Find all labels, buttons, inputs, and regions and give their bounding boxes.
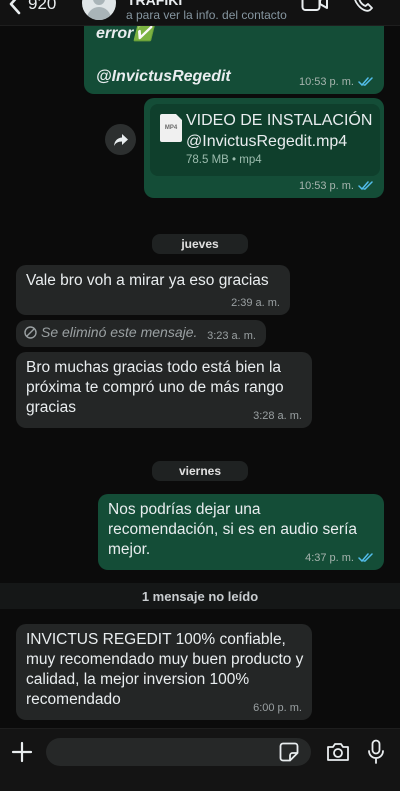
message-meta: 3:28 a. m. bbox=[253, 410, 302, 422]
message-time: 4:37 p. m. bbox=[305, 552, 354, 564]
voice-call-button[interactable] bbox=[352, 0, 374, 19]
deleted-icon bbox=[24, 325, 37, 339]
message-text: Vale bro voh a mirar ya eso gracias bbox=[26, 272, 269, 289]
contact-avatar[interactable] bbox=[82, 0, 116, 20]
share-button[interactable] bbox=[105, 124, 136, 155]
date-separator: jueves bbox=[152, 234, 248, 254]
message-meta: 10:53 p. m. bbox=[299, 180, 374, 192]
sticker-button[interactable] bbox=[279, 742, 299, 767]
read-ticks-icon bbox=[358, 553, 373, 563]
video-call-button[interactable] bbox=[301, 0, 329, 19]
message-input[interactable] bbox=[46, 738, 311, 766]
message-text: INVICTUS REGEDIT 100% confiable, muy rec… bbox=[26, 631, 304, 708]
message-text: Bro muchas gracias todo está bien la pró… bbox=[26, 359, 284, 416]
incoming-message-bubble[interactable]: INVICTUS REGEDIT 100% confiable, muy rec… bbox=[16, 624, 312, 720]
sticker-icon bbox=[279, 742, 299, 762]
message-meta: 6:00 p. m. bbox=[253, 702, 302, 714]
message-text: @InvictusRegedit bbox=[96, 68, 231, 85]
message-time: 3:28 a. m. bbox=[253, 410, 302, 422]
video-call-icon bbox=[301, 0, 328, 11]
incoming-message-bubble[interactable]: Vale bro voh a mirar ya eso gracias 2:39… bbox=[16, 265, 290, 315]
read-ticks-icon bbox=[358, 181, 373, 191]
unread-messages-banner: 1 mensaje no leído bbox=[0, 583, 400, 609]
message-meta: 10:53 p. m. bbox=[299, 76, 374, 88]
contact-name[interactable]: TRAFIKI bbox=[127, 0, 182, 8]
back-button[interactable]: 920 bbox=[8, 0, 56, 16]
microphone-icon bbox=[368, 739, 384, 764]
document-file-info: 78.5 MB • mp4 bbox=[186, 154, 262, 166]
microphone-button[interactable] bbox=[367, 739, 385, 770]
camera-icon bbox=[327, 743, 349, 761]
back-chevron-icon bbox=[9, 0, 21, 15]
document-attachment[interactable]: MP4 VIDEO DE INSTALACIÓN @InvictusRegedi… bbox=[150, 104, 380, 176]
phone-icon bbox=[354, 0, 373, 12]
attach-button[interactable] bbox=[11, 741, 33, 768]
date-separator: viernes bbox=[152, 461, 248, 481]
message-input-bar bbox=[0, 728, 400, 791]
chat-header: 920 TRAFIKI a para ver la info. del cont… bbox=[0, 0, 400, 26]
deleted-message-text: Se eliminó este mensaje. bbox=[41, 324, 198, 340]
message-time: 10:53 p. m. bbox=[298, 76, 354, 88]
deleted-message-bubble[interactable]: Se eliminó este mensaje. 3:23 a. m. bbox=[16, 320, 266, 347]
contact-subtitle[interactable]: a para ver la info. del contacto bbox=[126, 8, 287, 22]
avatar-icon bbox=[93, 0, 105, 5]
unread-chats-count: 920 bbox=[28, 0, 57, 13]
message-text: Nos podrías dejar una recomendación, si … bbox=[108, 501, 358, 558]
outgoing-message-bubble[interactable]: Nos podrías dejar una recomendación, si … bbox=[98, 494, 384, 570]
document-file-name: VIDEO DE INSTALACIÓN @InvictusRegedit.mp… bbox=[186, 112, 373, 150]
message-time: 2:39 a. m. bbox=[231, 297, 280, 309]
share-icon bbox=[113, 133, 128, 146]
message-meta: 4:37 p. m. bbox=[305, 552, 374, 564]
message-time: 6:00 p. m. bbox=[253, 702, 302, 714]
camera-button[interactable] bbox=[326, 742, 350, 767]
message-meta: 3:23 a. m. bbox=[207, 330, 256, 342]
plus-icon bbox=[11, 741, 33, 763]
read-ticks-icon bbox=[358, 77, 373, 87]
message-text: error✅ bbox=[96, 25, 154, 42]
incoming-message-bubble[interactable]: Bro muchas gracias todo está bien la pró… bbox=[16, 352, 312, 428]
message-time: 3:23 a. m. bbox=[207, 330, 256, 342]
message-meta: 2:39 a. m. bbox=[231, 297, 280, 309]
message-time: 10:53 p. m. bbox=[298, 180, 354, 192]
file-icon: MP4 bbox=[160, 114, 182, 142]
